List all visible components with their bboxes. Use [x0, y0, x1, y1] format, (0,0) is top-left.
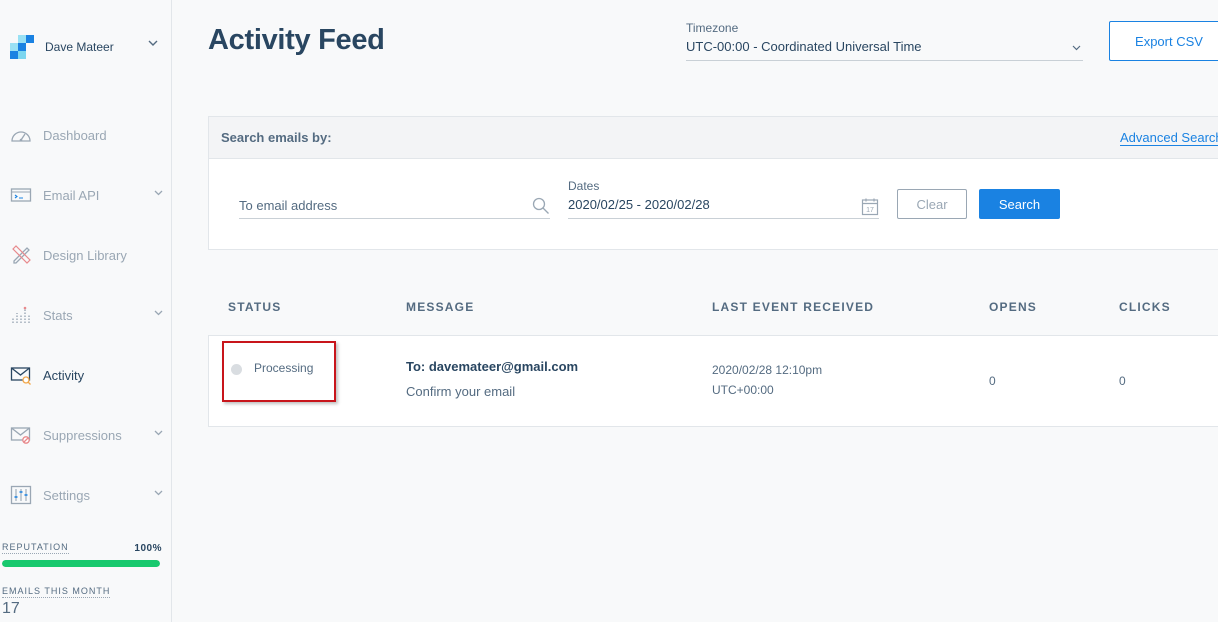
sendgrid-logo-icon [10, 34, 34, 60]
reputation-bar [2, 560, 160, 567]
column-header-clicks: CLICKS [1119, 300, 1171, 314]
sidebar-item-suppressions[interactable]: Suppressions [10, 424, 165, 446]
sidebar-item-dashboard[interactable]: Dashboard [10, 124, 165, 146]
email-address-input[interactable] [239, 193, 550, 219]
last-event-date: 2020/02/28 12:10pm [712, 363, 823, 377]
advanced-search-link[interactable]: Advanced Search [1120, 130, 1218, 146]
reputation-value: 100% [134, 542, 162, 554]
column-header-opens: OPENS [989, 300, 1038, 314]
reputation-label[interactable]: REPUTATION [2, 542, 69, 554]
chevron-down-icon [154, 490, 163, 496]
sidebar: Dave Mateer Dashboard Email API Design L… [0, 0, 172, 622]
sliders-icon [10, 484, 32, 506]
sidebar-item-email-api[interactable]: Email API [10, 184, 165, 206]
pencil-ruler-icon [10, 244, 32, 266]
chevron-down-icon [154, 310, 163, 316]
account-name: Dave Mateer [45, 40, 114, 54]
dates-label: Dates [568, 179, 600, 193]
emails-this-month: EMAILS THIS MONTH 17 [2, 581, 111, 618]
message-subject: Confirm your email [406, 384, 516, 399]
dashboard-gauge-icon [10, 124, 32, 146]
calendar-icon[interactable]: 17 [861, 197, 879, 216]
reputation-meter: REPUTATION 100% [2, 542, 162, 567]
terminal-window-icon [10, 184, 32, 206]
sidebar-item-label: Design Library [43, 247, 127, 263]
sidebar-item-design-library[interactable]: Design Library [10, 244, 165, 266]
clear-button[interactable]: Clear [897, 189, 967, 219]
search-by-heading: Search emails by: [221, 130, 332, 145]
reputation-bar-fill [2, 560, 160, 567]
sidebar-item-label: Activity [43, 367, 85, 383]
search-panel: Search emails by: Advanced Search Dates … [208, 116, 1218, 250]
date-range-value: 2020/02/25 - 2020/02/28 [568, 197, 710, 212]
sidebar-item-label: Settings [43, 487, 90, 503]
chevron-down-icon [154, 430, 163, 436]
column-header-status: STATUS [228, 300, 282, 314]
sidebar-item-label: Stats [43, 307, 73, 323]
highlight-annotation-box [222, 341, 336, 402]
search-panel-header: Search emails by: Advanced Search [209, 117, 1218, 159]
search-button[interactable]: Search [979, 189, 1060, 219]
timezone-value: UTC-00:00 - Coordinated Universal Time [686, 39, 922, 54]
calendar-day: 17 [866, 207, 874, 214]
timezone-label: Timezone [686, 21, 739, 35]
sidebar-item-settings[interactable]: Settings [10, 484, 165, 506]
timezone-select[interactable]: UTC-00:00 - Coordinated Universal Time [686, 39, 1083, 61]
envelope-blocked-icon [10, 424, 32, 446]
sidebar-item-stats[interactable]: Stats [10, 304, 165, 326]
emails-this-month-value: 17 [2, 600, 20, 617]
recipient-email: To: davemateer@gmail.com [406, 359, 579, 374]
chevron-down-icon[interactable] [148, 40, 158, 47]
chevron-down-icon [154, 190, 163, 196]
export-csv-button[interactable]: Export CSV [1109, 21, 1218, 61]
page-title: Activity Feed [208, 24, 385, 56]
column-header-last-event: LAST EVENT RECEIVED [712, 300, 875, 314]
sidebar-item-label: Dashboard [43, 127, 107, 143]
column-header-message: MESSAGE [406, 300, 475, 314]
last-event-timezone: UTC+00:00 [712, 383, 774, 397]
sidebar-item-label: Suppressions [43, 427, 122, 443]
envelope-search-icon [10, 364, 32, 386]
date-range-field[interactable]: 2020/02/25 - 2020/02/28 [568, 197, 879, 219]
clicks-count: 0 [1119, 374, 1126, 388]
account-switcher[interactable]: Dave Mateer [10, 34, 114, 60]
bar-chart-icon [10, 304, 32, 326]
sidebar-item-label: Email API [43, 187, 100, 203]
chevron-down-icon [1072, 45, 1081, 51]
opens-count: 0 [989, 374, 996, 388]
sidebar-item-activity[interactable]: Activity [10, 364, 165, 386]
emails-this-month-label[interactable]: EMAILS THIS MONTH [2, 586, 111, 598]
search-icon[interactable] [532, 197, 550, 215]
table-row[interactable]: Processing To: davemateer@gmail.com Conf… [208, 335, 1218, 427]
